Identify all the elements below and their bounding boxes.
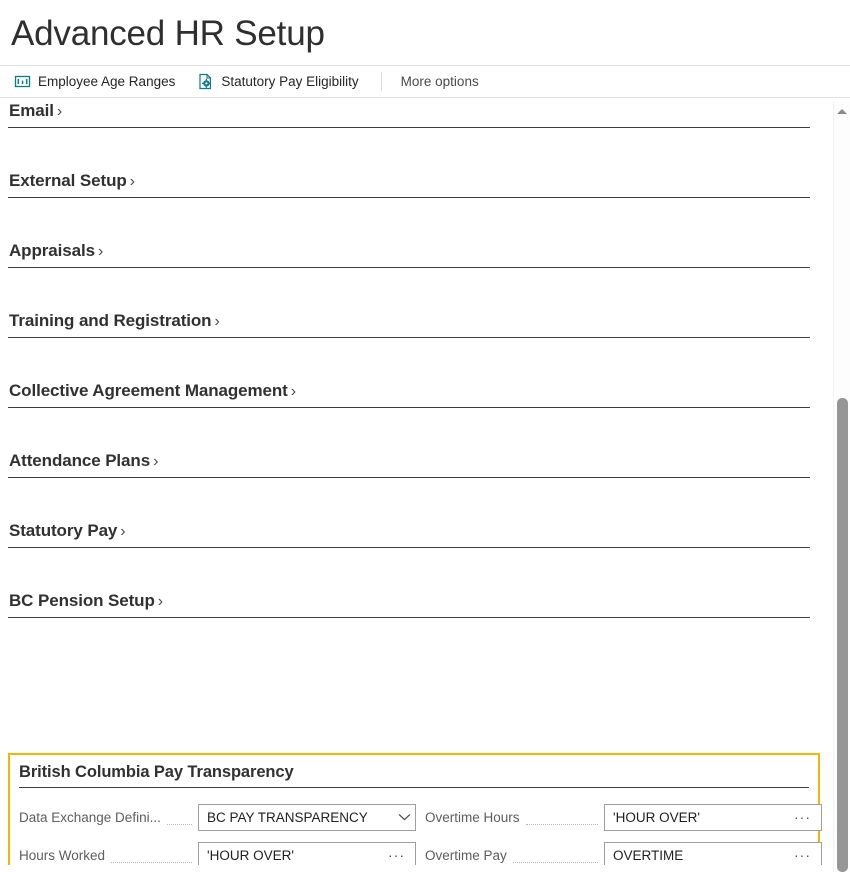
hours-worked-value: 'HOUR OVER' (199, 848, 388, 863)
overtime-hours-input[interactable]: 'HOUR OVER' ··· (604, 804, 822, 831)
data-exchange-definition-value: BC PAY TRANSPARENCY (199, 810, 393, 825)
overtime-hours-value: 'HOUR OVER' (605, 810, 794, 825)
chevron-down-icon[interactable] (393, 813, 415, 821)
command-statutory-pay-eligibility[interactable]: Statutory Pay Eligibility (197, 69, 358, 95)
lookup-ellipsis-icon[interactable]: ··· (794, 851, 821, 859)
section-divider (8, 267, 810, 268)
section-external-setup-head: External Setup › (9, 168, 135, 191)
data-exchange-definition-select[interactable]: BC PAY TRANSPARENCY (198, 804, 416, 831)
section-collective-agreement-management-head: Collective Agreement Management › (9, 378, 296, 401)
bc-pay-transparency-card: British Columbia Pay Transparency Data E… (8, 753, 820, 865)
field-hours-worked: Hours Worked 'HOUR OVER' ··· (10, 836, 416, 865)
field-overtime-hours-label: Overtime Hours (416, 810, 520, 825)
section-bc-pension-setup[interactable]: BC Pension Setup › (0, 588, 850, 658)
scroll-up-arrow-icon[interactable] (837, 109, 847, 114)
section-bc-pension-setup-head: BC Pension Setup › (9, 588, 163, 611)
section-external-setup[interactable]: External Setup › (0, 168, 850, 238)
lookup-ellipsis-icon[interactable]: ··· (388, 851, 415, 859)
field-overtime-pay-label: Overtime Pay (416, 848, 507, 863)
fields-left-column: Data Exchange Defini... BC PAY TRANSPARE… (10, 798, 416, 865)
label-leader-dots (167, 811, 192, 825)
section-email-label: Email (9, 101, 54, 121)
section-divider (8, 617, 810, 618)
overtime-pay-input[interactable]: OVERTIME ··· (604, 842, 822, 866)
vertical-scrollbar[interactable] (833, 101, 850, 872)
section-statutory-pay[interactable]: Statutory Pay › (0, 518, 850, 588)
section-appraisals-label: Appraisals (9, 241, 95, 261)
section-statutory-pay-head: Statutory Pay › (9, 518, 126, 541)
command-bar-separator (381, 72, 382, 91)
section-external-setup-label: External Setup (9, 171, 127, 191)
fields-right-column: Overtime Hours 'HOUR OVER' ··· Overtime … (416, 798, 822, 865)
field-data-exchange-definition: Data Exchange Defini... BC PAY TRANSPARE… (10, 798, 416, 836)
section-training-and-registration[interactable]: Training and Registration › (0, 308, 850, 378)
section-divider (8, 477, 810, 478)
lookup-ellipsis-icon[interactable]: ··· (794, 813, 821, 821)
chevron-right-icon: › (291, 384, 296, 400)
label-leader-dots (513, 849, 598, 863)
section-email-head: Email › (9, 98, 62, 121)
section-divider (8, 547, 810, 548)
section-email[interactable]: Email › (0, 98, 850, 168)
chevron-right-icon: › (214, 314, 219, 330)
page-title: Advanced HR Setup (0, 0, 850, 59)
statutory-pay-icon (197, 73, 214, 90)
age-ranges-icon (14, 73, 31, 90)
bc-pay-transparency-fields: Data Exchange Defini... BC PAY TRANSPARE… (10, 788, 818, 865)
field-overtime-pay: Overtime Pay OVERTIME ··· (416, 836, 822, 865)
bc-pay-transparency-title: British Columbia Pay Transparency (10, 755, 818, 782)
command-bar: Employee Age Ranges Statutory Pay Eligib… (0, 65, 850, 98)
chevron-right-icon: › (130, 174, 135, 190)
section-collective-agreement-management[interactable]: Collective Agreement Management › (0, 378, 850, 448)
section-bc-pension-setup-label: BC Pension Setup (9, 591, 155, 611)
field-overtime-hours: Overtime Hours 'HOUR OVER' ··· (416, 798, 822, 836)
hours-worked-input[interactable]: 'HOUR OVER' ··· (198, 842, 416, 866)
section-statutory-pay-label: Statutory Pay (9, 521, 117, 541)
label-leader-dots (111, 849, 192, 863)
chevron-right-icon: › (98, 244, 103, 260)
section-appraisals-head: Appraisals › (9, 238, 103, 261)
field-data-exchange-definition-label: Data Exchange Defini... (10, 810, 161, 825)
command-employee-age-ranges[interactable]: Employee Age Ranges (14, 69, 175, 95)
section-divider (8, 127, 810, 128)
chevron-right-icon: › (57, 104, 62, 120)
command-statutory-pay-eligibility-label: Statutory Pay Eligibility (221, 74, 358, 89)
section-training-and-registration-label: Training and Registration (9, 311, 211, 331)
section-divider (8, 407, 810, 408)
section-divider (8, 197, 810, 198)
chevron-right-icon: › (158, 594, 163, 610)
section-divider (8, 337, 810, 338)
label-leader-dots (526, 811, 598, 825)
section-attendance-plans[interactable]: Attendance Plans › (0, 448, 850, 518)
section-collective-agreement-management-label: Collective Agreement Management (9, 381, 288, 401)
command-employee-age-ranges-label: Employee Age Ranges (38, 74, 175, 89)
section-attendance-plans-label: Attendance Plans (9, 451, 150, 471)
section-training-and-registration-head: Training and Registration › (9, 308, 220, 331)
command-more-options[interactable]: More options (401, 74, 479, 89)
chevron-right-icon: › (153, 454, 158, 470)
field-hours-worked-label: Hours Worked (10, 848, 105, 863)
section-appraisals[interactable]: Appraisals › (0, 238, 850, 308)
scrollbar-thumb[interactable] (837, 398, 848, 872)
overtime-pay-value: OVERTIME (605, 848, 794, 863)
setup-sections-scroll-area: Email › External Setup › Appraisals › Tr… (0, 98, 850, 865)
section-attendance-plans-head: Attendance Plans › (9, 448, 158, 471)
chevron-right-icon: › (120, 524, 125, 540)
